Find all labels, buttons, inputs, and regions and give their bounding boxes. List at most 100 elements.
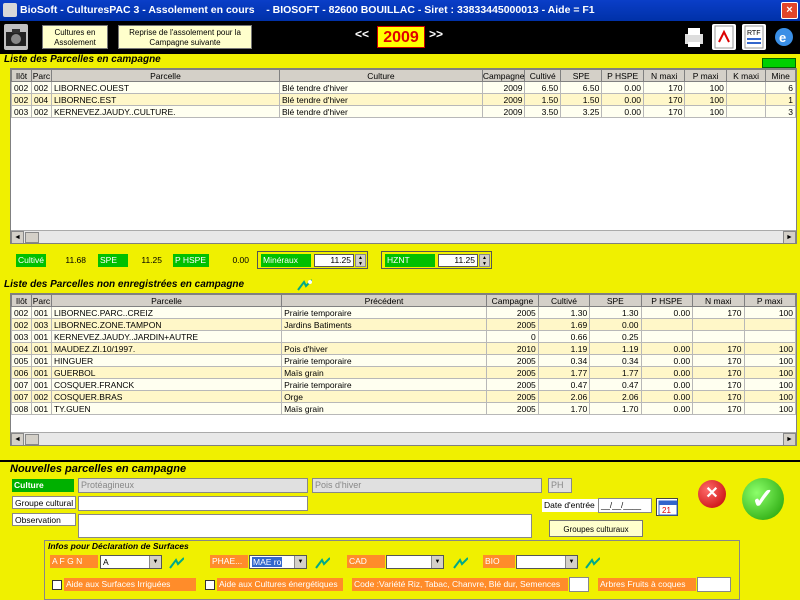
table-cell: 0.00 <box>640 402 694 415</box>
table-row[interactable]: 003 001 KERNEVEZ.JAUDY..JARDIN+AUTRE 0 0.66 0… <box>11 330 796 343</box>
column-header[interactable]: Cultivé <box>524 69 562 82</box>
column-header[interactable]: SPE <box>560 69 603 82</box>
ph-field[interactable]: PH <box>548 478 572 493</box>
cad-select[interactable]: ▼ <box>386 555 444 569</box>
afgn-sparkle-icon[interactable] <box>168 556 184 570</box>
scroll-right-icon[interactable]: ► <box>783 433 796 445</box>
column-header[interactable]: SPE <box>589 294 642 307</box>
chevron-down-icon[interactable]: ▼ <box>294 556 306 568</box>
table-cell: 100 <box>743 390 796 403</box>
hznt-value[interactable]: 11.25 <box>438 254 478 267</box>
previous-year-button[interactable]: << <box>355 27 369 41</box>
table-cell: LIBORNEC.OUEST <box>50 81 280 94</box>
table-row[interactable]: 007 002 COSQUER.BRAS Orge 2005 2.06 2.06 0.00 17… <box>11 390 796 403</box>
validate-button[interactable]: ✓ <box>742 478 784 520</box>
table-row[interactable]: 002 001 LIBORNEC.PARC..CREIZ Prairie tempor… <box>11 306 796 319</box>
column-header[interactable]: Campagne <box>486 294 539 307</box>
column-header[interactable]: Culture <box>278 69 483 82</box>
campagne-section-title: Liste des Parcelles en campagne <box>4 54 161 65</box>
column-header[interactable]: K maxi <box>725 69 767 82</box>
column-header[interactable]: Ilôt <box>11 294 32 307</box>
scroll-right-icon[interactable]: ► <box>783 231 796 243</box>
status-indicator <box>762 58 796 68</box>
column-header[interactable]: Parc <box>30 294 52 307</box>
table-cell <box>725 105 767 118</box>
hznt-spin-icon[interactable]: ▲ ▼ <box>479 254 490 267</box>
mineraux-spin-icon[interactable]: ▲ ▼ <box>355 254 366 267</box>
table-cell: 100 <box>743 354 796 367</box>
column-header[interactable]: Parcelle <box>50 294 283 307</box>
table-row[interactable]: 004 001 MAUDEZ.ZI.10/1997. Pois d'hiver 2010… <box>11 342 796 355</box>
table-row[interactable]: 007 001 COSQUER.FRANCK Prairie temporaire 20… <box>11 378 796 391</box>
table-cell: 2005 <box>486 354 539 367</box>
column-header[interactable]: P maxi <box>684 69 727 82</box>
svg-text:RTF: RTF <box>747 30 760 37</box>
table-row[interactable]: 008 001 TY.GUEN Maïs grain 2005 1.70 1.70 0.00 1… <box>11 402 796 415</box>
phae-sparkle-icon[interactable] <box>314 556 330 570</box>
scroll-left-icon[interactable]: ◄ <box>11 231 24 243</box>
afgn-select[interactable]: A ▼ <box>100 555 162 569</box>
cultures-assolement-button[interactable]: Cultures en Assolement <box>42 25 108 49</box>
culture-detail-field[interactable]: Pois d'hiver <box>312 478 542 493</box>
table-row[interactable]: 002 004 LIBORNEC.EST Blé tendre d'hiver 2009… <box>11 93 796 106</box>
pdf-icon[interactable] <box>712 24 736 50</box>
column-header[interactable]: P HSPE <box>601 69 644 82</box>
nouvelles-parcelles-panel: Nouvelles parcelles en campagne Culture … <box>0 460 800 600</box>
table-cell: 002 <box>30 105 52 118</box>
column-header[interactable]: Cultivé <box>537 294 591 307</box>
column-header[interactable]: Parc <box>30 69 52 82</box>
table-row[interactable]: 003 002 KERNEVEZ.JAUDY..CULTURE. Blé tendre… <box>11 105 796 118</box>
culture-field[interactable]: Protéagineux <box>78 478 308 493</box>
table-cell <box>281 330 487 343</box>
irrigues-checkbox[interactable] <box>52 580 62 590</box>
camera-icon[interactable] <box>4 24 28 50</box>
cultive-total-value: 11.68 <box>65 255 86 265</box>
chevron-down-icon[interactable]: ▼ <box>431 556 443 568</box>
table-cell: 100 <box>684 81 727 94</box>
column-header[interactable]: Parcelle <box>50 69 280 82</box>
phae-select[interactable]: MAE ro ▼ <box>249 555 307 569</box>
cancel-button[interactable]: ✕ <box>698 480 726 508</box>
campagne-horizontal-scrollbar[interactable]: ◄ ► <box>11 230 796 243</box>
cad-sparkle-icon[interactable] <box>452 556 468 570</box>
column-header[interactable]: Campagne <box>481 69 526 82</box>
non-enregistrees-horizontal-scrollbar[interactable]: ◄ ► <box>11 432 796 445</box>
chevron-down-icon[interactable]: ▼ <box>565 556 577 568</box>
scroll-left-icon[interactable]: ◄ <box>11 433 24 445</box>
mineraux-value[interactable]: 11.25 <box>314 254 354 267</box>
table-cell: Jardins Batiments <box>281 318 487 331</box>
rtf-icon[interactable]: RTF <box>742 24 766 50</box>
arbres-fruits-field[interactable] <box>697 577 731 592</box>
scrollbar-thumb[interactable] <box>25 232 39 243</box>
energetiques-checkbox[interactable] <box>205 580 215 590</box>
printer-icon[interactable] <box>682 24 706 50</box>
table-row[interactable]: 005 001 HINGUER Prairie temporaire 2005 0.34 0… <box>11 354 796 367</box>
table-cell: Blé tendre d'hiver <box>278 93 483 106</box>
reprise-assolement-button[interactable]: Reprise de l'assolement pour la Campagne… <box>118 25 252 49</box>
table-row[interactable]: 006 001 GUERBOL Maïs grain 2005 1.77 1.77 0.00 1… <box>11 366 796 379</box>
code-variete-field[interactable] <box>569 577 589 592</box>
observation-field[interactable] <box>78 514 532 538</box>
bio-sparkle-icon[interactable] <box>584 556 600 570</box>
groupe-cultural-field[interactable] <box>78 496 308 511</box>
table-row[interactable]: 002 003 LIBORNEC.ZONE.TAMPON Jardins Batime… <box>11 318 796 331</box>
date-entree-field[interactable]: __/__/____ <box>598 498 652 513</box>
column-header[interactable]: N maxi <box>642 69 686 82</box>
scrollbar-thumb[interactable] <box>25 434 39 445</box>
bio-select[interactable]: ▼ <box>516 555 578 569</box>
column-header[interactable]: Précédent <box>281 294 487 307</box>
groupes-culturaux-button[interactable]: Groupes culturaux <box>549 520 643 537</box>
column-header[interactable]: P HSPE <box>640 294 694 307</box>
table-row[interactable]: 002 002 LIBORNEC.OUEST Blé tendre d'hiver 20… <box>11 81 796 94</box>
calendar-icon[interactable]: 21 <box>656 498 678 516</box>
column-header[interactable]: Ilôt <box>11 69 32 82</box>
chevron-down-icon[interactable]: ▼ <box>149 556 161 568</box>
internet-explorer-icon[interactable]: e <box>772 24 796 50</box>
refresh-sparkle-icon[interactable] <box>296 278 312 292</box>
close-button[interactable]: × <box>781 2 798 19</box>
column-header[interactable]: P maxi <box>743 294 796 307</box>
next-year-button[interactable]: >> <box>429 27 443 41</box>
column-header[interactable]: N maxi <box>692 294 745 307</box>
column-header[interactable]: Mine <box>765 69 796 82</box>
table-cell: LIBORNEC.EST <box>50 93 280 106</box>
